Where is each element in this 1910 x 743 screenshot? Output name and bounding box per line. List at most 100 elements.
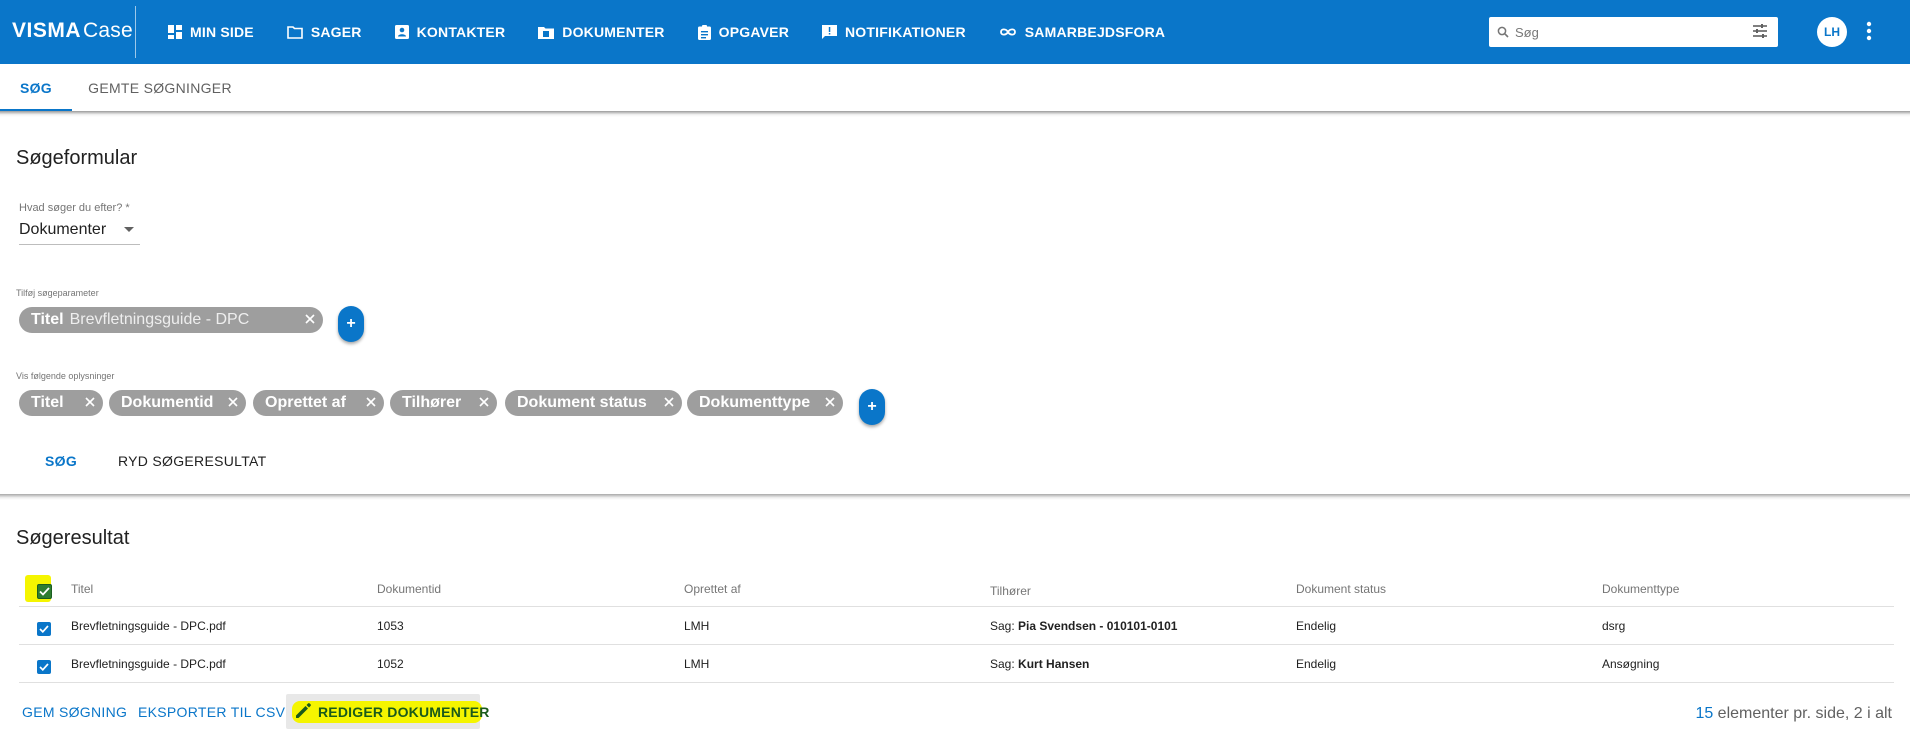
chip-key: Tilhører: [402, 394, 462, 411]
brand-divider: [135, 6, 136, 58]
main-nav: MIN SIDE SAGER KONTAKTER DOKUMENTER OPGA…: [168, 0, 1198, 64]
nav-label: NOTIFIKATIONER: [845, 24, 966, 40]
save-search-button[interactable]: GEM SØGNING: [22, 704, 127, 720]
nav-label: SAGER: [310, 24, 362, 40]
search-type-label: Hvad søger du efter? *: [19, 202, 130, 214]
nav-item-min-side[interactable]: MIN SIDE: [168, 24, 254, 40]
chip-key: Oprettet af: [265, 394, 346, 411]
column-header-created-by[interactable]: Oprettet af: [684, 582, 741, 596]
remove-chip-icon[interactable]: [305, 314, 315, 324]
search-params-label: Tilføj søgeparameter: [16, 288, 99, 298]
filter-settings-icon[interactable]: [1752, 23, 1768, 39]
display-field-chip[interactable]: Dokument status: [505, 390, 682, 416]
infinity-icon: [999, 28, 1016, 36]
nav-item-samarbejdsfora[interactable]: SAMARBEJDSFORA: [999, 24, 1165, 40]
nav-item-sager[interactable]: SAGER: [287, 24, 362, 40]
chip-key: Titel: [31, 311, 64, 328]
section-divider: [0, 494, 1910, 500]
remove-chip-icon[interactable]: [479, 397, 489, 407]
column-header-belongs-to[interactable]: Tilhører: [990, 584, 1031, 598]
remove-chip-icon[interactable]: [228, 397, 238, 407]
row-checkbox[interactable]: [37, 660, 51, 674]
app-logo[interactable]: VISMA Case: [12, 19, 133, 43]
results-title: Søgeresultat: [16, 527, 130, 549]
nav-label: MIN SIDE: [190, 24, 254, 40]
dashboard-icon: [168, 25, 182, 39]
display-field-chip[interactable]: Dokumenttype: [687, 390, 843, 416]
notification-icon: [822, 24, 837, 39]
search-form-title: Søgeformular: [16, 147, 138, 169]
brand-product: Case: [83, 19, 133, 42]
edit-documents-label: REDIGER DOKUMENTER: [318, 704, 490, 720]
nav-item-dokumenter[interactable]: DOKUMENTER: [538, 24, 664, 40]
tab-bar: SØG GEMTE SØGNINGER: [0, 64, 1910, 112]
search-icon: [1497, 26, 1509, 38]
clear-results-button[interactable]: RYD SØGERESULTAT: [118, 453, 266, 469]
folder-icon: [287, 25, 303, 39]
page-size-selector[interactable]: 15: [1695, 705, 1713, 722]
plus-icon: +: [346, 315, 356, 332]
column-header-title[interactable]: Titel: [71, 582, 93, 596]
export-csv-button[interactable]: EKSPORTER TIL CSV: [138, 704, 285, 720]
case-prefix: Sag:: [990, 619, 1015, 633]
pencil-icon: [296, 703, 311, 718]
column-header-document-type[interactable]: Dokumenttype: [1602, 582, 1679, 596]
column-header-document-id[interactable]: Dokumentid: [377, 582, 441, 596]
nav-item-notifikationer[interactable]: NOTIFIKATIONER: [822, 24, 966, 40]
nav-item-opgaver[interactable]: OPGAVER: [697, 24, 789, 40]
nav-item-kontakter[interactable]: KONTAKTER: [394, 24, 506, 40]
cell-created-by: LMH: [684, 619, 710, 633]
cell-document-status: Endelig: [1296, 657, 1337, 671]
select-all-checkbox[interactable]: [37, 584, 52, 599]
case-name: Pia Svendsen - 010101-0101: [1018, 619, 1178, 633]
nav-label: SAMARBEJDSFORA: [1024, 24, 1166, 40]
more-vert-icon[interactable]: [1866, 20, 1872, 42]
user-avatar[interactable]: LH: [1817, 17, 1847, 47]
remove-chip-icon[interactable]: [366, 397, 376, 407]
search-input[interactable]: [1515, 24, 1735, 40]
cell-title[interactable]: Brevfletningsguide - DPC.pdf: [71, 657, 226, 671]
cell-document-status: Endelig: [1296, 619, 1337, 633]
check-icon: [39, 663, 49, 671]
case-prefix: Sag:: [990, 657, 1015, 671]
search-button[interactable]: SØG: [45, 453, 77, 469]
nav-label: DOKUMENTER: [562, 24, 665, 40]
cell-document-type: dsrg: [1602, 619, 1626, 633]
cell-belongs-to[interactable]: Sag: Pia Svendsen - 010101-0101: [990, 619, 1177, 633]
column-header-document-status[interactable]: Dokument status: [1296, 582, 1386, 596]
row-divider: [19, 682, 1894, 683]
display-fields-label: Vis følgende oplysninger: [16, 371, 115, 381]
global-search: [1489, 17, 1778, 47]
brand-name: VISMA: [12, 19, 82, 42]
display-field-chip[interactable]: Titel: [19, 390, 103, 416]
search-param-chip[interactable]: Titel Brevfletningsguide - DPC: [19, 307, 323, 333]
remove-chip-icon[interactable]: [825, 397, 835, 407]
add-search-param-button[interactable]: +: [338, 306, 364, 342]
cell-belongs-to[interactable]: Sag: Kurt Hansen: [990, 657, 1089, 671]
display-field-chip[interactable]: Tilhører: [390, 390, 497, 416]
tabs-shadow: [0, 111, 1910, 117]
row-divider: [19, 606, 1894, 607]
display-field-chip[interactable]: Oprettet af: [253, 390, 384, 416]
cell-created-by: LMH: [684, 657, 710, 671]
nav-label: KONTAKTER: [416, 24, 506, 40]
plus-icon: +: [867, 398, 877, 415]
row-checkbox[interactable]: [37, 622, 51, 636]
nav-label: OPGAVER: [718, 24, 789, 40]
case-name: Kurt Hansen: [1018, 657, 1090, 671]
cell-title[interactable]: Brevfletningsguide - DPC.pdf: [71, 619, 226, 633]
pagination-text: elementer pr. side, 2 i alt: [1713, 705, 1892, 722]
display-field-chip[interactable]: Dokumentid: [109, 390, 246, 416]
contact-icon: [394, 25, 409, 39]
remove-chip-icon[interactable]: [664, 397, 674, 407]
tab-saved-searches[interactable]: GEMTE SØGNINGER: [80, 64, 240, 112]
search-type-select[interactable]: Dokumenter: [19, 221, 140, 245]
remove-chip-icon[interactable]: [85, 397, 95, 407]
top-app-bar: VISMA Case MIN SIDE SAGER KONTAKTER DOKU…: [0, 0, 1910, 64]
chip-value: Brevfletningsguide - DPC: [69, 311, 250, 328]
add-display-field-button[interactable]: +: [859, 389, 885, 425]
chip-key: Dokumentid: [121, 394, 214, 411]
dropdown-caret-icon: [124, 227, 134, 232]
chip-key: Dokumenttype: [699, 394, 811, 411]
tab-search[interactable]: SØG: [0, 64, 72, 112]
